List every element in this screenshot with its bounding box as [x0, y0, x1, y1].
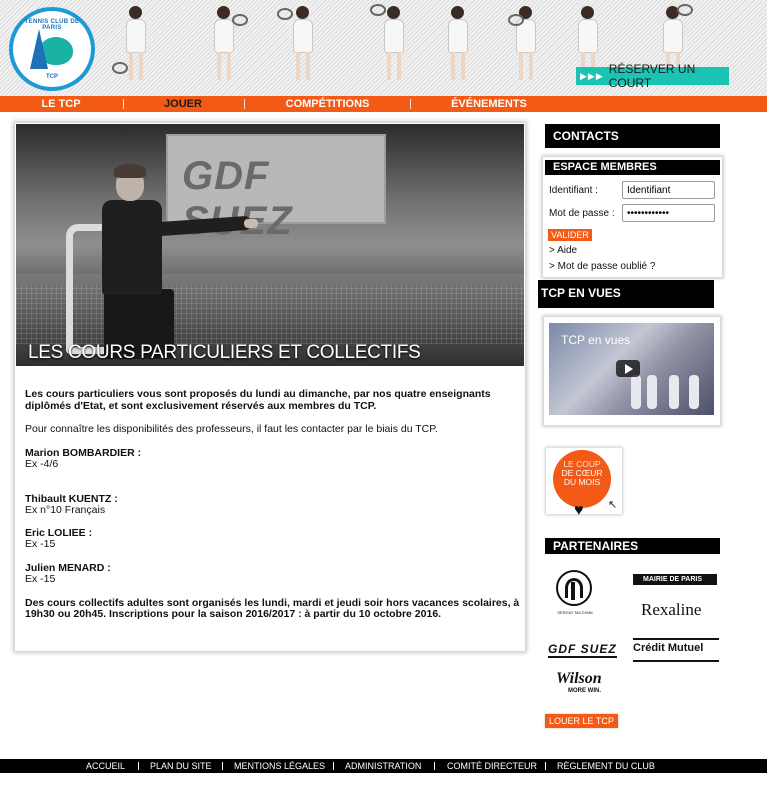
louer-le-tcp-button[interactable]: LOUER LE TCP	[545, 714, 618, 728]
members-panel: ESPACE MEMBRES Identifiant : Mot de pass…	[543, 157, 722, 277]
contacts-button[interactable]: CONTACTS	[545, 124, 720, 148]
player-figure	[370, 4, 412, 84]
nav-separator	[410, 99, 411, 109]
wilson-tagline: MORE WIN.	[568, 688, 601, 694]
article-photo: GDF SUEZ LES COURS PARTICULIERS ET COLLE…	[16, 124, 524, 366]
footer-separator	[545, 762, 546, 770]
professor-name: Marion BOMBARDIER :	[25, 446, 142, 459]
coup-line-3: DU MOIS	[563, 477, 601, 487]
main-article: GDF SUEZ LES COURS PARTICULIERS ET COLLE…	[15, 123, 525, 651]
coup-de-coeur-circle: LE COUP DE CŒUR DU MOIS	[553, 450, 611, 508]
nav-separator	[123, 99, 124, 109]
site-header: TENNIS CLUB DE PARIS TCP ▶▶▶ RÉSERVER UN…	[0, 0, 767, 96]
nav-item-competitions[interactable]: COMPÉTITIONS	[270, 96, 385, 112]
intro-paragraph: Les cours particuliers vous sont proposé…	[25, 388, 491, 412]
identifiant-input[interactable]	[622, 181, 715, 199]
sponsor-banner: GDF SUEZ	[166, 134, 386, 243]
footer-link-plan-du-site[interactable]: PLAN DU SITE	[150, 759, 212, 773]
rexaline-logo[interactable]: Rexaline	[641, 600, 701, 620]
footer-link-comite-directeur[interactable]: COMITÉ DIRECTEUR	[447, 759, 537, 773]
collective-paragraph: Des cours collectifs adultes sont organi…	[25, 596, 520, 620]
page-title: LES COURS PARTICULIERS ET COLLECTIFS	[28, 342, 421, 363]
validate-button[interactable]: VALIDER	[548, 229, 592, 241]
tacchini-label: SERGIO TACCHINI	[557, 610, 593, 615]
coup-de-coeur-badge[interactable]: LE COUP DE CŒUR DU MOIS ♥ ↖	[546, 448, 622, 519]
nav-item-jouer[interactable]: JOUER	[150, 96, 216, 112]
professor-rank: Ex -15	[25, 538, 56, 550]
professor-name: Eric LOLIEE :	[25, 526, 93, 539]
identifiant-label: Identifiant :	[549, 185, 598, 196]
reserve-court-label: RÉSERVER UN COURT	[608, 62, 696, 90]
boy-body	[102, 200, 162, 295]
footer-link-administration[interactable]: ADMINISTRATION	[345, 759, 421, 773]
video-figure	[631, 375, 641, 409]
members-title: ESPACE MEMBRES	[545, 160, 720, 175]
video-player[interactable]: TCP en vues	[549, 323, 714, 415]
footer-link-mentions-legales[interactable]: MENTIONS LÉGALES	[234, 759, 325, 773]
boy-hand	[244, 219, 258, 228]
partners-heading: PARTENAIRES	[545, 538, 720, 554]
logo-abbr: TCP	[46, 74, 58, 80]
eiffel-tower-icon	[30, 29, 48, 69]
boy-hair	[114, 164, 146, 178]
contact-paragraph: Pour connaître les disponibilités des pr…	[25, 423, 438, 435]
credit-mutuel-logo[interactable]: Crédit Mutuel	[633, 638, 719, 662]
forgot-password-link[interactable]: > Mot de passe oublié ?	[549, 261, 655, 272]
footer-separator	[138, 762, 139, 770]
player-figure	[440, 6, 476, 84]
professor-rank: Ex -4/6	[25, 458, 59, 470]
pixel-heart-icon: ♥	[574, 502, 584, 519]
video-figure	[647, 375, 657, 409]
wilson-logo[interactable]: Wilson	[556, 670, 602, 688]
footer-link-accueil[interactable]: ACCUEIL	[86, 759, 125, 773]
nav-item-evenements[interactable]: ÉVÉNEMENTS	[440, 96, 538, 112]
player-figure	[277, 6, 321, 84]
video-figure	[669, 375, 679, 409]
site-footer: ACCUEIL PLAN DU SITE MENTIONS LÉGALES AD…	[0, 759, 767, 773]
gdf-suez-logo[interactable]: GDF SUEZ	[548, 642, 617, 658]
nav-separator	[244, 99, 245, 109]
tcp-en-vues-heading: TCP EN VUES	[538, 280, 714, 308]
nav-item-le-tcp[interactable]: LE TCP	[28, 96, 94, 112]
help-link[interactable]: > Aide	[549, 245, 577, 256]
reserve-court-button[interactable]: ▶▶▶ RÉSERVER UN COURT	[576, 62, 729, 90]
triple-arrow-icon: ▶▶▶	[580, 70, 604, 81]
password-label: Mot de passe :	[549, 208, 615, 219]
footer-separator	[434, 762, 435, 770]
footer-link-reglement[interactable]: RÈGLEMENT DU CLUB	[557, 759, 655, 773]
cursor-icon: ↖	[608, 499, 618, 511]
video-title: TCP en vues	[561, 333, 631, 347]
play-icon[interactable]	[616, 360, 640, 377]
footer-separator	[333, 762, 334, 770]
password-input[interactable]	[622, 204, 715, 222]
player-figure	[112, 6, 154, 84]
sergio-tacchini-logo[interactable]: SERGIO TACCHINI	[556, 570, 593, 615]
footer-separator	[222, 762, 223, 770]
tcp-logo[interactable]: TENNIS CLUB DE PARIS TCP	[9, 7, 95, 91]
player-figure	[206, 6, 248, 84]
video-figure	[689, 375, 699, 409]
professor-name: Julien MENARD :	[25, 561, 111, 574]
partners-grid: SERGIO TACCHINI MAIRIE DE PARIS Rexaline…	[546, 558, 721, 704]
player-figure	[508, 6, 544, 84]
professor-rank: Ex -15	[25, 573, 56, 585]
professor-rank: Ex n°10 Français	[25, 504, 106, 516]
article-body: Les cours particuliers vous sont proposé…	[25, 388, 520, 621]
main-nav: LE TCP JOUER COMPÉTITIONS ÉVÉNEMENTS	[0, 96, 767, 112]
mairie-de-paris-logo[interactable]: MAIRIE DE PARIS	[633, 574, 717, 585]
